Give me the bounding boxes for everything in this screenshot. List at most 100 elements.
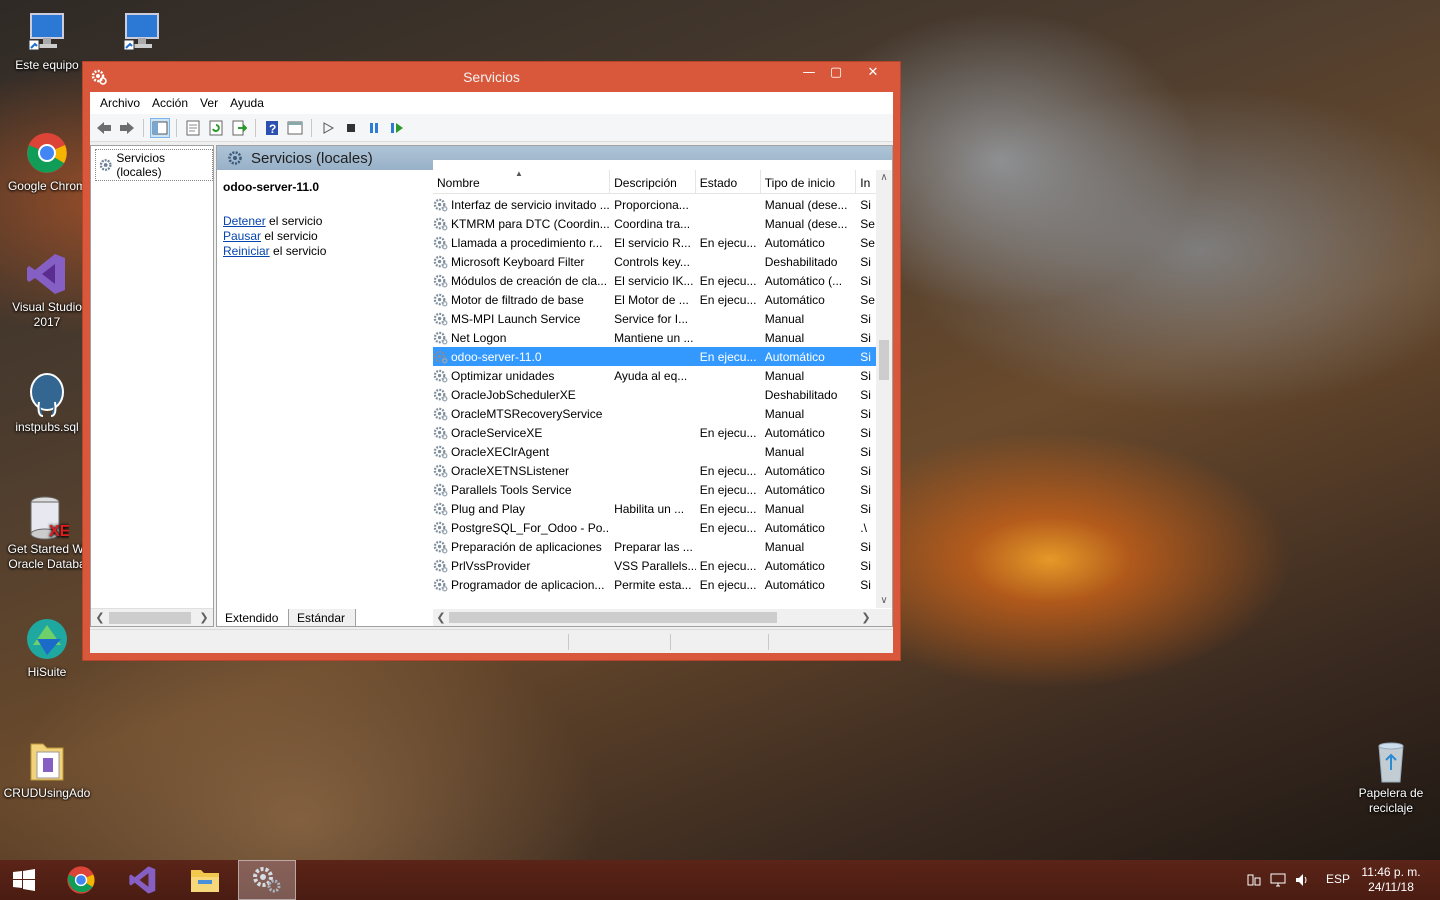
oracle-db-icon: XE (25, 494, 71, 540)
taskbar-services[interactable] (238, 860, 296, 900)
scroll-left-arrow-icon[interactable]: ❮ (93, 610, 107, 626)
service-row[interactable]: OracleMTSRecoveryService Manual Si (433, 404, 876, 423)
scroll-thumb[interactable] (109, 612, 191, 624)
desktop-icon-hisuite[interactable]: HiSuite (2, 617, 92, 680)
language-indicator[interactable]: ESP (1326, 872, 1350, 886)
tree-horizontal-scrollbar[interactable]: ❮ ❯ (91, 608, 213, 626)
back-button[interactable] (94, 118, 114, 138)
service-logon: Si (860, 539, 871, 554)
desktop-icon-visual-studio[interactable]: Visual Studio 2017 (2, 252, 92, 330)
service-logon: Si (860, 387, 871, 402)
desktop-icon-chrome[interactable]: Google Chrom (2, 131, 92, 194)
menu-archivo[interactable]: Archivo (94, 96, 146, 110)
minimize-button[interactable]: — (794, 62, 824, 84)
pause-service-button[interactable] (364, 118, 384, 138)
scroll-thumb[interactable] (879, 340, 889, 380)
volume-icon[interactable] (1294, 872, 1310, 891)
taskbar-file-explorer[interactable] (176, 860, 234, 900)
service-status: En ejecu... (699, 425, 757, 440)
service-row[interactable]: Plug and Play Habilita un ... En ejecu... M… (433, 499, 876, 518)
column-estado[interactable]: Estado (696, 170, 761, 193)
desktop-icon-recycle-bin[interactable]: Papelera de reciclaje (1346, 738, 1436, 816)
service-row[interactable]: Optimizar unidades Ayuda al eq... Manual Si (433, 366, 876, 385)
scroll-down-arrow-icon[interactable]: ∨ (876, 595, 892, 606)
service-row[interactable]: Módulos de creación de cla... El servicio… (433, 271, 876, 290)
refresh-icon (209, 120, 223, 135)
show-tree-button[interactable] (150, 117, 170, 138)
service-description: Coordina tra... (614, 216, 691, 231)
tab-estandar[interactable]: Estándar (288, 609, 357, 627)
service-gear-icon (433, 368, 448, 383)
scroll-up-arrow-icon[interactable]: ∧ (876, 172, 892, 183)
maximize-button[interactable]: ▢ (821, 62, 851, 84)
service-row[interactable]: odoo-server-11.0 En ejecu... Automático Si (433, 347, 876, 366)
taskbar-visual-studio[interactable] (114, 860, 172, 900)
export-button[interactable] (229, 118, 249, 138)
pause-service-link[interactable]: Pausar (223, 229, 261, 243)
view-button[interactable] (285, 118, 305, 138)
service-row[interactable]: PostgreSQL_For_Odoo - Po... En ejecu... Au… (433, 518, 876, 537)
service-row[interactable]: Parallels Tools Service En ejecu... Automá… (433, 480, 876, 499)
service-gear-icon (433, 235, 448, 250)
service-logon: .\ (860, 520, 867, 535)
service-row[interactable]: OracleXEClrAgent Manual Si (433, 442, 876, 461)
restart-service-link[interactable]: Reiniciar (223, 244, 270, 258)
action-text: el servicio (265, 214, 323, 228)
tree-item-servicios-locales[interactable]: Servicios (locales) (95, 149, 213, 181)
menu-accion[interactable]: Acción (146, 96, 194, 110)
column-nombre[interactable]: ▲ Nombre (433, 170, 611, 193)
service-row[interactable]: MS-MPI Launch Service Service for I... Man… (433, 309, 876, 328)
taskbar-chrome[interactable] (52, 860, 110, 900)
column-tipo-inicio[interactable]: Tipo de inicio (761, 170, 857, 193)
scroll-right-arrow-icon[interactable]: ❯ (197, 610, 211, 626)
forward-button[interactable] (117, 118, 137, 138)
menu-ayuda[interactable]: Ayuda (224, 96, 270, 110)
service-gear-icon (433, 197, 448, 212)
properties-button[interactable] (183, 118, 203, 138)
service-startup-type: Manual (764, 444, 805, 459)
restart-service-button[interactable] (387, 118, 407, 138)
desktop-icon-este-equipo[interactable]: Este equipo (2, 10, 92, 73)
column-descripcion[interactable]: Descripción (610, 170, 696, 193)
service-row[interactable]: Net Logon Mantiene un ... Manual Si (433, 328, 876, 347)
view-tabs: Extendido Estándar (216, 609, 893, 627)
close-button[interactable]: ✕ (857, 62, 889, 84)
desktop-icon-label: Google Chrom (7, 179, 87, 193)
service-row[interactable]: Programador de aplicacion... Permite esta… (433, 575, 876, 594)
menu-ver[interactable]: Ver (194, 96, 224, 110)
service-row[interactable]: OracleXETNSListener En ejecu... Automático… (433, 461, 876, 480)
network-icon[interactable] (1246, 872, 1262, 891)
stop-service-button[interactable] (341, 118, 361, 138)
service-name-cell: PrlVssProvider (433, 558, 610, 573)
desktop-icon-crudusingado[interactable]: CRUDUsingAdo (2, 738, 92, 801)
start-button[interactable] (0, 860, 48, 900)
service-row[interactable]: Preparación de aplicaciones Preparar las … (433, 537, 876, 556)
service-gear-icon (433, 273, 448, 288)
service-row[interactable]: Llamada a procedimiento r... El servicio … (433, 233, 876, 252)
service-row[interactable]: Interfaz de servicio invitado ... Proporc… (433, 195, 876, 214)
service-row[interactable]: Microsoft Keyboard Filter Controls key...… (433, 252, 876, 271)
service-name: Parallels Tools Service (451, 482, 572, 497)
service-gear-icon (433, 482, 448, 497)
title-bar[interactable]: Servicios — ▢ ✕ (83, 62, 900, 92)
desktop-icon-computer-2[interactable] (97, 10, 187, 58)
tab-extendido[interactable]: Extendido (216, 609, 290, 627)
service-row[interactable]: KTMRM para DTC (Coordin... Coordina tra..… (433, 214, 876, 233)
desktop-icon-oracle[interactable]: XE Get Started Wi Oracle Databa (2, 494, 92, 572)
display-icon[interactable] (1270, 872, 1286, 891)
refresh-button[interactable] (206, 118, 226, 138)
service-name-cell: Microsoft Keyboard Filter (433, 254, 610, 269)
help-button[interactable]: ? (262, 118, 282, 138)
service-row[interactable]: OracleServiceXE En ejecu... Automático Si (433, 423, 876, 442)
service-row[interactable]: OracleJobSchedulerXE Deshabilitado Si (433, 385, 876, 404)
desktop-icon-label-2: 2017 (33, 315, 61, 329)
start-service-button[interactable] (318, 118, 338, 138)
vertical-scrollbar[interactable]: ∧ ∨ (876, 170, 892, 608)
clock[interactable]: 11:46 p. m. 24/11/18 (1356, 865, 1426, 895)
column-inicio-sesion[interactable]: In (856, 170, 876, 193)
desktop-icon-instpubs[interactable]: instpubs.sql (2, 372, 92, 435)
stop-service-link[interactable]: Detener (223, 214, 266, 228)
service-row[interactable]: Motor de filtrado de base El Motor de ...… (433, 290, 876, 309)
service-row[interactable]: PrlVssProvider VSS Parallels... En ejecu..… (433, 556, 876, 575)
service-startup-type: Manual (dese... (764, 216, 848, 231)
